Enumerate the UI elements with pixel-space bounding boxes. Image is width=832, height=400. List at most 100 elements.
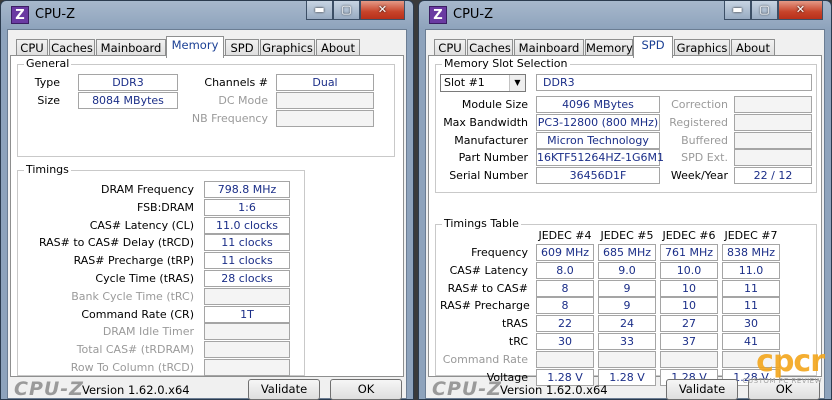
- timing-value: 1:6: [204, 198, 290, 216]
- tab-memory[interactable]: Memory: [166, 36, 224, 58]
- table-cell: 10: [660, 297, 718, 315]
- timing-value: 11 clocks: [204, 234, 290, 252]
- version-text: Version 1.62.0.x64: [82, 383, 190, 397]
- table-cell: [660, 350, 718, 368]
- table-row-label: Command Rate: [442, 352, 528, 366]
- table-cell: 8: [536, 297, 594, 315]
- table-column-header: JEDEC #7: [724, 229, 778, 242]
- table-cell: 9.0: [598, 261, 656, 279]
- spd-panel: Memory Slot Selection Slot #1 ▼ DDR3 Mod…: [428, 55, 822, 386]
- timing-value: 11.0 clocks: [204, 216, 290, 234]
- timing-label: Bank Cycle Time (tRC): [71, 289, 194, 303]
- validate-button[interactable]: Validate: [666, 379, 738, 400]
- slot-extra-value: [734, 96, 812, 113]
- table-row-label: tRAS: [501, 317, 528, 331]
- cpuz-brand-logo: CPU-Z: [14, 378, 84, 400]
- cpuz-brand-logo: CPU-Z: [432, 378, 502, 400]
- slot-info-label: Max Bandwidth: [443, 115, 528, 129]
- type-value: DDR3: [78, 74, 178, 91]
- slot-selected-value: Slot #1: [444, 76, 485, 89]
- title-bar[interactable]: Z CPU-Z ▬ ▢ ✕: [425, 1, 825, 29]
- slot-info-value: 4096 MBytes: [536, 96, 660, 113]
- table-cell: 30: [722, 315, 780, 333]
- maximize-icon[interactable]: ▢: [751, 1, 778, 20]
- timing-label: Row To Column (tRCD): [70, 361, 194, 374]
- table-cell: 8: [536, 279, 594, 297]
- nb-frequency-label: NB Frequency: [191, 112, 268, 125]
- bottom-bar: CPU-Z Version 1.62.0.x64 Validate OK: [8, 378, 406, 400]
- bottom-bar: CPU-Z Version 1.62.0.x64 Validate OK: [426, 378, 824, 400]
- client-area: CPU Caches Mainboard Memory SPD Graphics…: [7, 29, 407, 400]
- table-cell: 11.0: [722, 261, 780, 279]
- general-group: General Type DDR3 Size 8084 MBytes Chann…: [17, 57, 395, 157]
- table-cell: [722, 350, 780, 368]
- timing-label: RAS# to CAS# Delay (tRCD): [38, 236, 194, 250]
- minimize-icon[interactable]: ▬: [306, 1, 333, 20]
- slot-extra-label: Week/Year: [670, 169, 728, 183]
- table-cell: 9: [598, 297, 656, 315]
- timing-value: 28 clocks: [204, 270, 290, 287]
- ok-button[interactable]: OK: [748, 379, 820, 400]
- slot-extra-label: Registered: [669, 115, 728, 129]
- table-row-label: Frequency: [471, 246, 528, 259]
- group-title: Timings Table: [442, 217, 521, 230]
- timing-value: 798.8 MHz: [204, 181, 290, 198]
- tab-spd[interactable]: SPD: [633, 36, 673, 58]
- validate-button[interactable]: Validate: [248, 379, 320, 400]
- cpuz-app-icon: Z: [11, 6, 29, 24]
- channels-value: Dual: [276, 74, 374, 91]
- cpuz-window-spd: Z CPU-Z ▬ ▢ ✕ CPU Caches Mainboard Memor…: [418, 0, 832, 400]
- chevron-down-icon[interactable]: ▼: [509, 75, 525, 91]
- timing-value: 11 clocks: [204, 252, 290, 270]
- table-row-label: RAS# to CAS#: [447, 281, 528, 295]
- timing-label: DRAM Idle Timer: [102, 325, 194, 339]
- timing-value: 1T: [204, 305, 290, 323]
- ok-button[interactable]: OK: [330, 379, 402, 400]
- table-cell: 30: [536, 333, 594, 350]
- timing-label: FSB:DRAM: [136, 200, 194, 214]
- slot-info-label: Manufacturer: [454, 133, 528, 147]
- table-cell: 11: [722, 297, 780, 315]
- table-cell: 10.0: [660, 261, 718, 279]
- maximize-icon[interactable]: ▢: [333, 1, 360, 20]
- dc-mode-label: DC Mode: [218, 94, 268, 107]
- slot-info-label: Serial Number: [449, 169, 528, 183]
- timing-value: [204, 323, 290, 341]
- title-bar[interactable]: Z CPU-Z ▬ ▢ ✕: [7, 1, 407, 29]
- timing-label: Command Rate (CR): [81, 307, 194, 321]
- version-text: Version 1.62.0.x64: [500, 383, 608, 397]
- window-title: CPU-Z: [453, 7, 494, 22]
- slot-info-value: 16KTF51264HZ-1G6M1: [536, 149, 664, 167]
- table-cell: [598, 350, 656, 368]
- table-cell: 24: [598, 315, 656, 333]
- table-cell: 838 MHz: [722, 244, 780, 261]
- timing-value: [204, 341, 290, 359]
- table-cell: 761 MHz: [660, 244, 718, 261]
- slot-extra-value: 22 / 12: [734, 167, 812, 185]
- minimize-icon[interactable]: ▬: [724, 1, 751, 20]
- group-title: Memory Slot Selection: [442, 57, 570, 70]
- table-cell: 609 MHz: [536, 244, 594, 261]
- slot-type-value: DDR3: [536, 74, 812, 91]
- slot-info-label: Module Size: [461, 98, 528, 111]
- slot-extra-label: Correction: [671, 98, 728, 111]
- client-area: CPU Caches Mainboard Memory SPD Graphics…: [425, 29, 825, 400]
- close-icon[interactable]: ✕: [360, 1, 405, 20]
- table-cell: 685 MHz: [598, 244, 656, 261]
- table-cell: 10: [660, 279, 718, 297]
- close-icon[interactable]: ✕: [778, 1, 823, 20]
- table-row-label: tRC: [508, 335, 528, 348]
- table-cell: 8.0: [536, 261, 594, 279]
- table-cell: 11: [722, 279, 780, 297]
- table-cell: 22: [536, 315, 594, 333]
- type-label: Type: [34, 76, 60, 89]
- channels-label: Channels #: [204, 76, 268, 89]
- slot-extra-label: SPD Ext.: [681, 151, 728, 165]
- nb-frequency-value: [276, 110, 374, 127]
- table-cell: [536, 350, 594, 368]
- table-cell: 37: [660, 333, 718, 350]
- timings-table-group: Timings Table JEDEC #4 JEDEC #5 JEDEC #6 JE…: [435, 217, 817, 386]
- dc-mode-value: [276, 92, 374, 109]
- memory-slot-group: Memory Slot Selection Slot #1 ▼ DDR3 Mod…: [435, 57, 817, 193]
- slot-dropdown[interactable]: Slot #1 ▼: [440, 74, 526, 92]
